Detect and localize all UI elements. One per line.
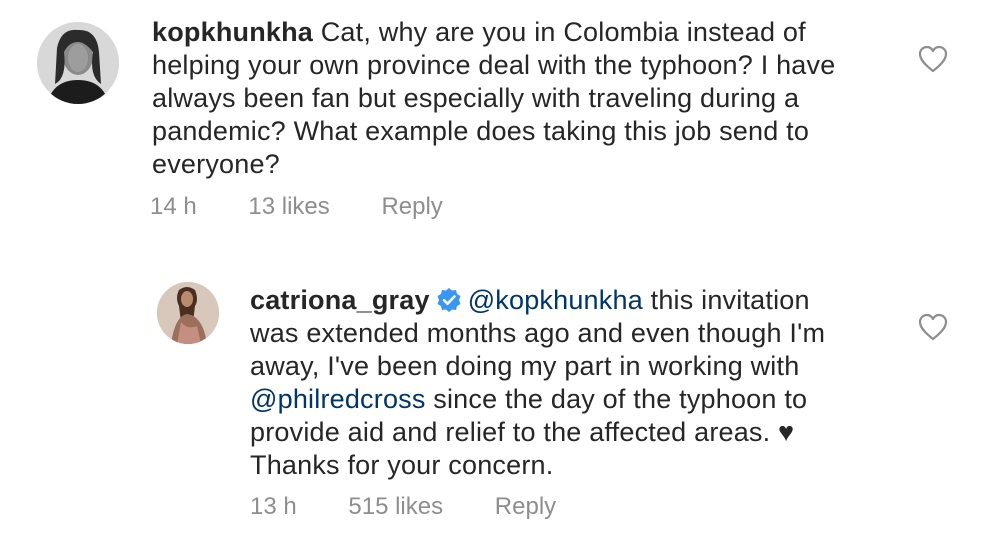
comment-line: Cat, why are you in Colombia instead of xyxy=(313,17,806,47)
comment-line: always been fan but especially with trav… xyxy=(152,83,800,113)
mention-link[interactable]: @philredcross xyxy=(250,384,426,414)
verified-badge-icon xyxy=(437,288,461,312)
likes-count[interactable]: 13 likes xyxy=(248,193,329,221)
user-avatar-icon xyxy=(157,282,219,344)
comment-text: catriona_gray @kopkhunkha this invitatio… xyxy=(250,284,825,482)
mention-link[interactable]: @kopkhunkha xyxy=(468,285,643,315)
timestamp: 13 h xyxy=(250,493,297,520)
comment-line: since the day of the typhoon to xyxy=(425,384,808,414)
comment-meta: 13 h 515 likes Reply xyxy=(250,493,556,521)
comment-line: away, I've been doing my part in working… xyxy=(250,351,800,381)
timestamp: 14 h xyxy=(150,193,197,220)
reply-button[interactable]: Reply xyxy=(381,193,442,221)
likes-count[interactable]: 515 likes xyxy=(348,493,443,521)
comment-text: kopkhunkha Cat, why are you in Colombia … xyxy=(152,16,835,181)
comment-line: Thanks for your concern. xyxy=(250,450,554,480)
user-avatar-icon xyxy=(37,22,119,104)
comment-line: pandemic? What example does taking this … xyxy=(152,116,810,146)
username[interactable]: kopkhunkha xyxy=(152,17,313,47)
reply-button[interactable]: Reply xyxy=(495,493,556,521)
avatar[interactable] xyxy=(37,22,119,104)
comment-line: this invitation xyxy=(642,285,810,315)
comment-line: was extended months ago and even though … xyxy=(250,318,826,348)
avatar[interactable] xyxy=(157,282,219,344)
comment-line: provide aid and relief to the affected a… xyxy=(250,417,795,447)
comment-line: helping your own province deal with the … xyxy=(152,50,836,80)
comment-line: everyone? xyxy=(152,149,280,179)
comment-meta: 14 h 13 likes Reply xyxy=(150,193,443,221)
username[interactable]: catriona_gray xyxy=(250,285,430,315)
heart-outline-icon[interactable] xyxy=(918,45,948,73)
heart-outline-icon[interactable] xyxy=(918,313,948,341)
